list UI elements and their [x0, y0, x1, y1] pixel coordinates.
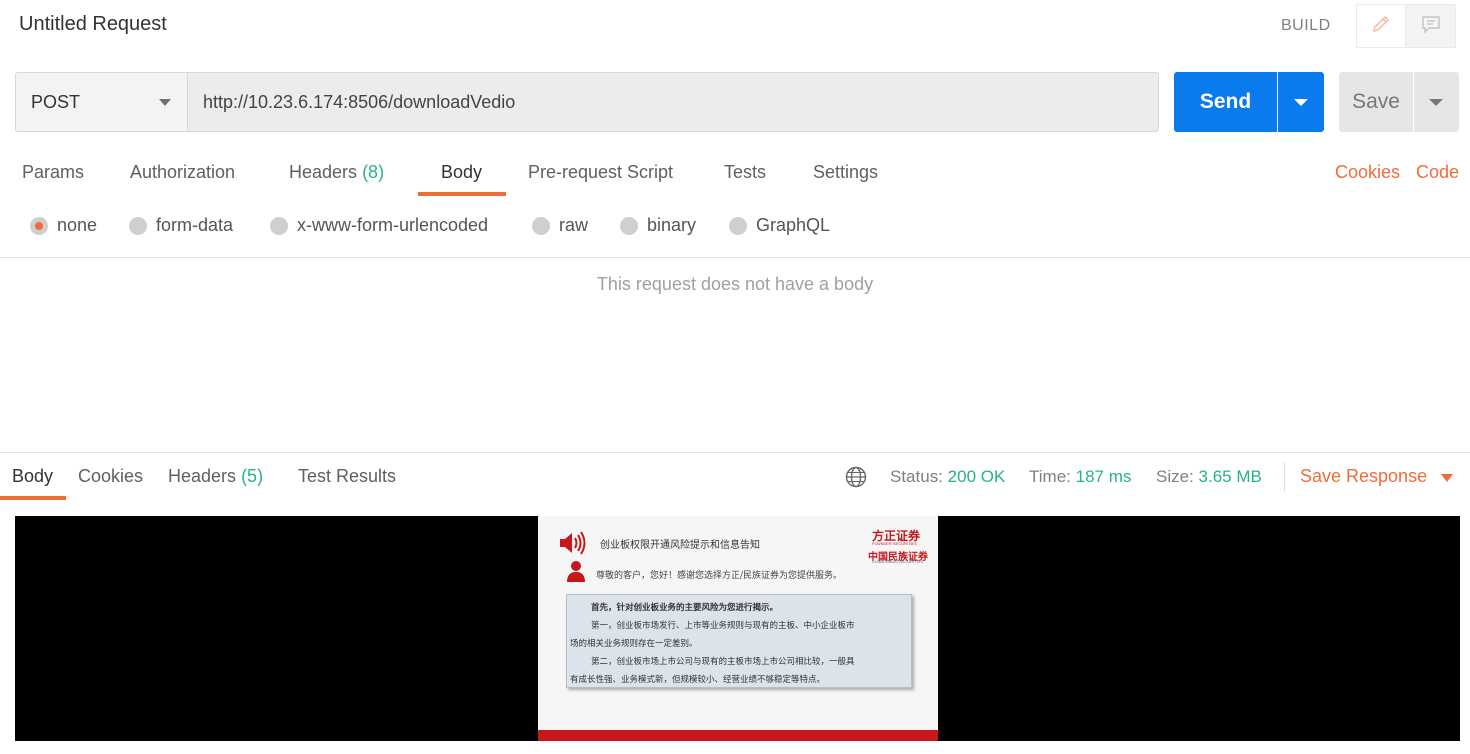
code-link[interactable]: Code — [1416, 162, 1459, 183]
comment-icon — [1420, 13, 1442, 40]
response-size[interactable]: Size: 3.65 MB — [1156, 467, 1262, 487]
response-active-tab-indicator — [0, 496, 66, 500]
globe-icon[interactable] — [845, 466, 867, 493]
pencil-icon — [1370, 13, 1392, 40]
method-label: POST — [31, 91, 81, 112]
headers-count: (8) — [362, 162, 385, 182]
person-icon — [566, 560, 586, 587]
slide-footer-bar — [538, 730, 938, 741]
status-label: Status: — [890, 467, 943, 486]
method-select[interactable]: POST — [15, 72, 188, 132]
tab-headers[interactable]: Headers (8) — [289, 162, 384, 183]
chevron-down-icon — [159, 99, 171, 106]
edit-button[interactable] — [1356, 4, 1406, 48]
body-type-raw-label: raw — [559, 215, 589, 235]
response-tab-cookies[interactable]: Cookies — [78, 466, 143, 487]
time-value: 187 ms — [1075, 467, 1132, 486]
slide-line: 第二，创业板市场上市公司与现有的主板市场上市公司相比较，一般具 — [591, 657, 855, 667]
body-type-binary-label: binary — [647, 215, 697, 235]
response-status[interactable]: Status: 200 OK — [890, 467, 1005, 487]
save-options-dropdown[interactable] — [1414, 72, 1459, 132]
radio-icon — [532, 216, 550, 235]
tab-settings[interactable]: Settings — [813, 162, 878, 183]
status-divider — [1284, 462, 1285, 492]
tab-tests[interactable]: Tests — [724, 162, 766, 183]
radio-icon — [270, 216, 288, 235]
request-title[interactable]: Untitled Request — [19, 13, 167, 36]
send-button[interactable]: Send — [1174, 72, 1277, 132]
body-type-form-data-label: form-data — [156, 215, 234, 235]
body-type-none-label: none — [57, 215, 98, 235]
chevron-down-icon[interactable] — [1441, 474, 1453, 482]
body-type-form-data[interactable]: form-data — [129, 215, 233, 236]
status-value: 200 OK — [947, 467, 1006, 486]
tab-headers-label: Headers — [289, 162, 358, 182]
tab-authorization[interactable]: Authorization — [130, 162, 235, 183]
time-label: Time: — [1029, 467, 1071, 486]
cookies-link[interactable]: Cookies — [1335, 162, 1400, 183]
response-divider — [0, 452, 1470, 453]
body-type-urlencoded-label: x-www-form-urlencoded — [297, 215, 489, 235]
response-tab-body[interactable]: Body — [12, 466, 53, 487]
response-tab-headers-label: Headers — [168, 466, 237, 486]
video-frame: 创业板权限开通风险提示和信息告知 方正证券 FOUNDER SECURITIES… — [538, 516, 938, 741]
slide-text-card: 首先，针对创业板业务的主要风险为您进行揭示。 第一，创业板市场发行、上市等业务规… — [566, 594, 912, 688]
url-input[interactable]: http://10.23.6.174:8506/downloadVedio — [187, 72, 1159, 132]
slide-line: 首先，针对创业板业务的主要风险为您进行揭示。 — [591, 603, 779, 613]
response-time[interactable]: Time: 187 ms — [1029, 467, 1131, 487]
body-type-raw[interactable]: raw — [532, 215, 588, 236]
comments-button[interactable] — [1406, 4, 1456, 48]
size-label: Size: — [1156, 467, 1194, 486]
slide-greeting: 尊敬的客户，您好！感谢您选择方正/民族证券为您提供服务。 — [596, 571, 843, 581]
body-type-urlencoded[interactable]: x-www-form-urlencoded — [270, 215, 488, 236]
slide-line: 第一，创业板市场发行、上市等业务规则与现有的主板、中小企业板市 — [591, 621, 855, 631]
tab-body[interactable]: Body — [441, 162, 482, 183]
slide-line: 有成长性强、业务模式新，但规模较小、经营业绩不够稳定等特点。 — [570, 675, 826, 685]
send-options-dropdown[interactable] — [1278, 72, 1324, 132]
tab-prerequest-script[interactable]: Pre-request Script — [528, 162, 673, 183]
slide-line: 场的相关业务规则存在一定差别。 — [570, 639, 698, 649]
save-response-button[interactable]: Save Response — [1300, 466, 1427, 487]
speaker-icon — [558, 530, 588, 561]
body-type-none[interactable]: none — [30, 215, 97, 236]
size-value: 3.65 MB — [1198, 467, 1262, 486]
radio-selected-icon — [30, 216, 48, 235]
active-tab-indicator — [418, 192, 506, 196]
save-button[interactable]: Save — [1339, 72, 1413, 132]
empty-body-message: This request does not have a body — [596, 274, 874, 294]
response-tab-test-results[interactable]: Test Results — [298, 466, 396, 487]
response-tab-headers[interactable]: Headers (5) — [168, 466, 263, 487]
radio-icon — [620, 216, 638, 235]
build-mode-label[interactable]: BUILD — [1281, 17, 1331, 35]
response-headers-count: (5) — [241, 466, 264, 486]
radio-icon — [729, 216, 747, 235]
body-type-graphql[interactable]: GraphQL — [729, 215, 830, 236]
radio-icon — [129, 216, 147, 235]
body-type-graphql-label: GraphQL — [756, 215, 831, 235]
founder-logo-sub: FOUNDER SECURITIES — [872, 541, 917, 546]
slide-title: 创业板权限开通风险提示和信息告知 — [600, 540, 760, 551]
body-type-binary[interactable]: binary — [620, 215, 696, 236]
minzu-logo-sub: CHINA MINZU SECURITIES — [872, 559, 924, 564]
divider — [0, 257, 1470, 258]
tab-params[interactable]: Params — [22, 162, 84, 183]
